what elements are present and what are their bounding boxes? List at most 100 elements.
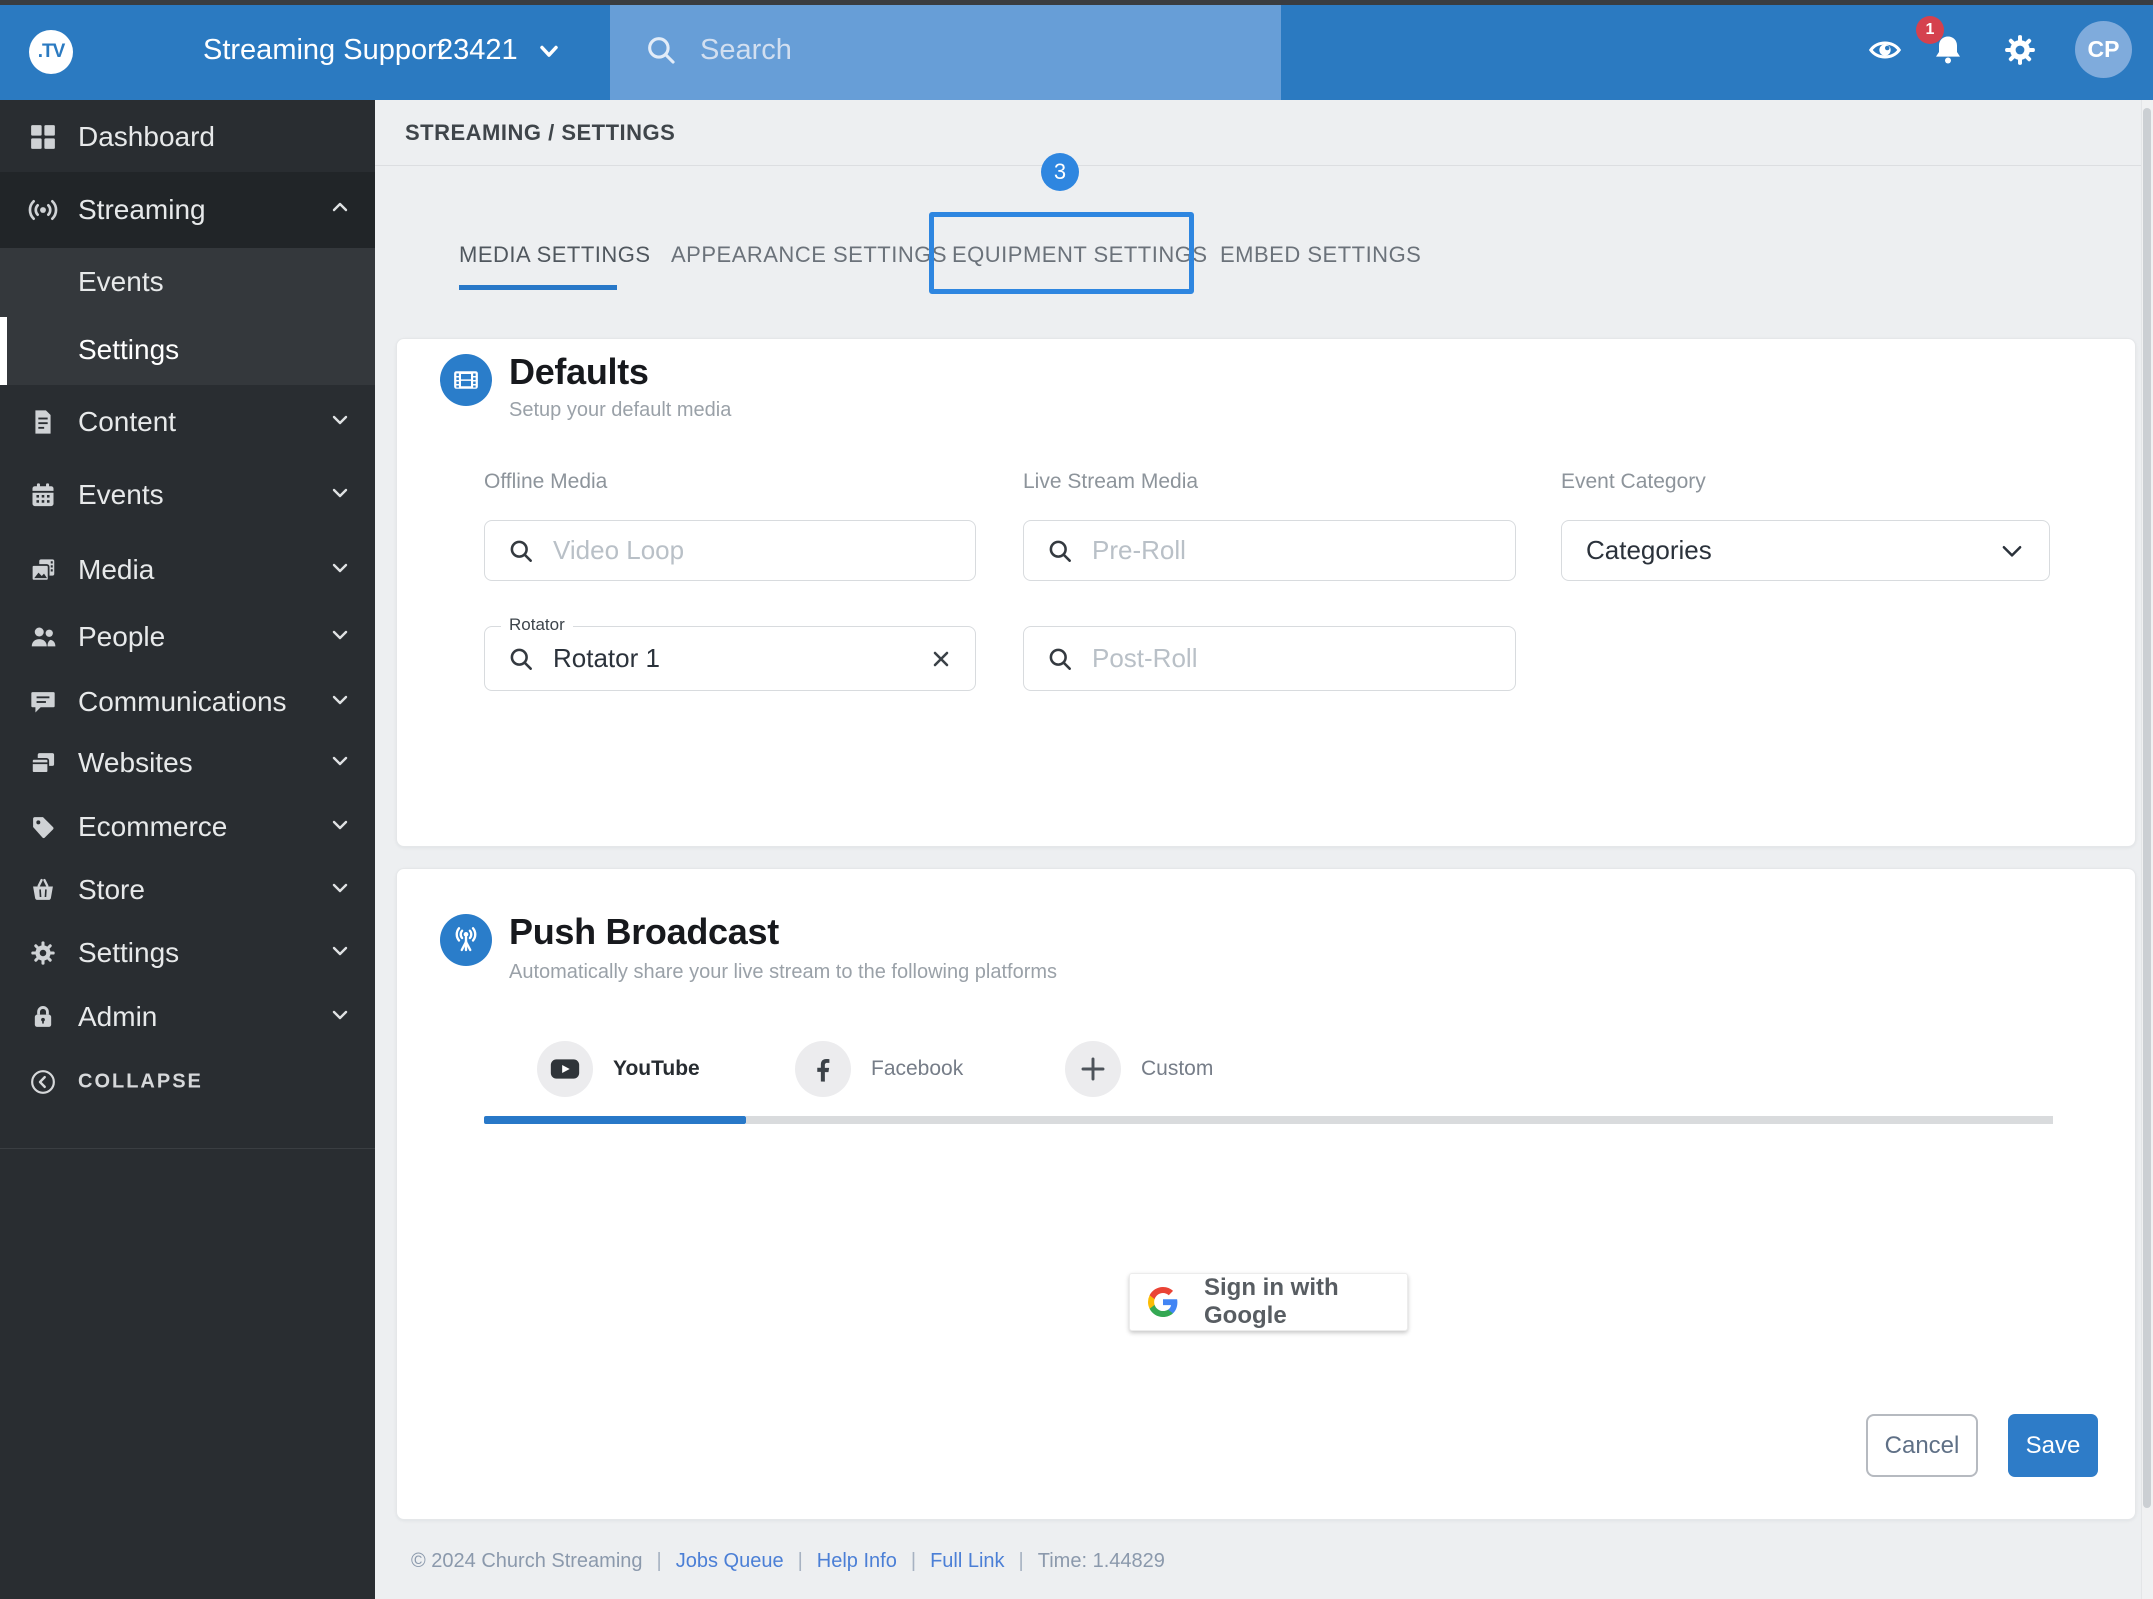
- chevron-down-icon: [328, 939, 352, 968]
- post-roll-search-field: [1023, 626, 1516, 691]
- footer: © 2024 Church Streaming | Jobs Queue | H…: [411, 1550, 2011, 1573]
- breadcrumb-bar: STREAMING / SETTINGS: [375, 100, 2153, 166]
- app-logo[interactable]: .TV: [29, 30, 73, 74]
- cancel-label: Cancel: [1884, 1431, 1960, 1459]
- footer-link-jobs-queue[interactable]: Jobs Queue: [676, 1550, 784, 1573]
- tag-icon: [27, 811, 59, 843]
- rotator-search-field: [484, 626, 976, 691]
- sidebar-item-websites[interactable]: Websites: [0, 731, 375, 795]
- tab-label: EMBED SETTINGS: [1220, 242, 1422, 267]
- sidebar-item-label: Media: [78, 554, 155, 585]
- preview-eye-icon[interactable]: [1868, 0, 1902, 100]
- sidebar-item-settings[interactable]: Settings: [0, 921, 375, 985]
- rotator-input[interactable]: [551, 642, 904, 675]
- collapse-circle-left-icon: [27, 1066, 59, 1098]
- sidebar-item-label: Admin: [78, 1001, 158, 1032]
- google-logo-icon: [1148, 1287, 1178, 1317]
- active-tab-underline: [459, 285, 617, 290]
- sidebar-subitem-settings[interactable]: Settings: [0, 318, 375, 382]
- windows-icon: [27, 747, 59, 779]
- pre-roll-input[interactable]: [1090, 534, 1444, 567]
- clear-x-icon[interactable]: [929, 647, 953, 671]
- broadcast-icon: [27, 194, 59, 226]
- sidebar-item-label: Communications: [78, 686, 287, 717]
- document-icon: [27, 406, 59, 438]
- sidebar-item-dashboard[interactable]: Dashboard: [0, 105, 375, 169]
- live-stream-search-field: [1023, 520, 1516, 581]
- sidebar-item-ecommerce[interactable]: Ecommerce: [0, 795, 375, 859]
- chevron-down-icon: [328, 556, 352, 585]
- search-icon: [1046, 645, 1074, 673]
- platform-label: YouTube: [613, 1057, 700, 1080]
- topbar-search: [610, 0, 1281, 100]
- sidebar: Dashboard Streaming Events Settings Cont…: [0, 100, 375, 1599]
- chat-icon: [27, 686, 59, 718]
- active-platform-indicator: [484, 1116, 746, 1124]
- sidebar-item-label: Dashboard: [78, 121, 215, 152]
- chevron-down-icon: [328, 876, 352, 905]
- card-subtitle: Automatically share your live stream to …: [509, 961, 1058, 983]
- footer-link-full-link[interactable]: Full Link: [930, 1550, 1004, 1573]
- platform-tab-facebook[interactable]: Facebook: [795, 1041, 963, 1097]
- footer-link-help-info[interactable]: Help Info: [817, 1550, 897, 1573]
- platform-tab-custom[interactable]: Custom: [1065, 1041, 1213, 1097]
- tab-appearance-settings[interactable]: APPEARANCE SETTINGS: [671, 232, 947, 278]
- copyright-text: © 2024 Church Streaming: [411, 1550, 643, 1572]
- save-label: Save: [2025, 1431, 2081, 1459]
- antenna-icon: [440, 914, 492, 966]
- footer-separator: |: [1018, 1550, 1024, 1572]
- sidebar-collapse-button[interactable]: COLLAPSE: [0, 1050, 375, 1114]
- sign-in-with-google-button[interactable]: Sign in with Google: [1129, 1273, 1408, 1331]
- sidebar-item-label: Settings: [78, 334, 180, 365]
- defaults-card: Defaults Setup your default media Offlin…: [396, 338, 2136, 847]
- offline-media-search-field: [484, 520, 976, 581]
- gear-icon: [27, 937, 59, 969]
- chevron-up-icon: [328, 196, 352, 225]
- sidebar-subitem-events[interactable]: Events: [0, 250, 375, 314]
- sidebar-item-admin[interactable]: Admin: [0, 985, 375, 1049]
- tab-media-settings[interactable]: MEDIA SETTINGS: [459, 232, 651, 278]
- offline-media-label: Offline Media: [484, 470, 608, 493]
- media-icon: [27, 554, 59, 586]
- window-top-edge: [0, 0, 2153, 5]
- avatar[interactable]: CP: [2075, 21, 2132, 78]
- sidebar-item-streaming[interactable]: Streaming: [0, 178, 375, 242]
- sidebar-item-events[interactable]: Events: [0, 463, 375, 527]
- search-icon: [1046, 537, 1074, 565]
- platform-tab-youtube[interactable]: YouTube: [537, 1041, 700, 1097]
- google-button-label: Sign in with Google: [1204, 1274, 1339, 1329]
- account-chevron-down-icon[interactable]: [535, 37, 563, 70]
- sidebar-divider: [0, 1148, 375, 1149]
- avatar-initials: CP: [2087, 36, 2120, 62]
- cancel-button[interactable]: Cancel: [1866, 1414, 1978, 1477]
- search-input[interactable]: [698, 32, 1218, 68]
- sidebar-item-label: Content: [78, 406, 177, 437]
- selected-category: Categories: [1586, 535, 1712, 565]
- sidebar-item-people[interactable]: People: [0, 605, 375, 669]
- sidebar-item-label: Settings: [78, 937, 180, 968]
- card-subtitle: Setup your default media: [509, 399, 732, 421]
- sidebar-item-communications[interactable]: Communications: [0, 670, 375, 734]
- notifications-bell-icon[interactable]: 1: [1916, 0, 1966, 100]
- event-category-select[interactable]: Categories: [1561, 520, 2050, 581]
- tab-embed-settings[interactable]: EMBED SETTINGS: [1220, 232, 1421, 278]
- gear-icon[interactable]: [2003, 0, 2037, 100]
- sidebar-item-label: Events: [78, 266, 164, 297]
- platform-label: Facebook: [871, 1057, 964, 1080]
- app-screen: .TV Streaming Support 23421 Search 1 CP …: [0, 0, 2153, 1599]
- calendar-icon: [27, 479, 59, 511]
- sidebar-item-store[interactable]: Store: [0, 858, 375, 922]
- post-roll-input[interactable]: [1090, 642, 1444, 675]
- footer-separator: |: [797, 1550, 803, 1572]
- tab-label: APPEARANCE SETTINGS: [671, 242, 948, 267]
- platform-label: Custom: [1141, 1057, 1214, 1080]
- chevron-down-icon: [328, 749, 352, 778]
- annotation-step-badge: 3: [1041, 153, 1079, 191]
- save-button[interactable]: Save: [2008, 1414, 2098, 1477]
- sidebar-item-content[interactable]: Content: [0, 390, 375, 454]
- search-icon: [644, 33, 678, 72]
- video-loop-input[interactable]: [551, 534, 904, 567]
- sidebar-item-media[interactable]: Media: [0, 538, 375, 602]
- scrollbar-thumb[interactable]: [2143, 108, 2151, 1508]
- youtube-icon: [537, 1041, 593, 1097]
